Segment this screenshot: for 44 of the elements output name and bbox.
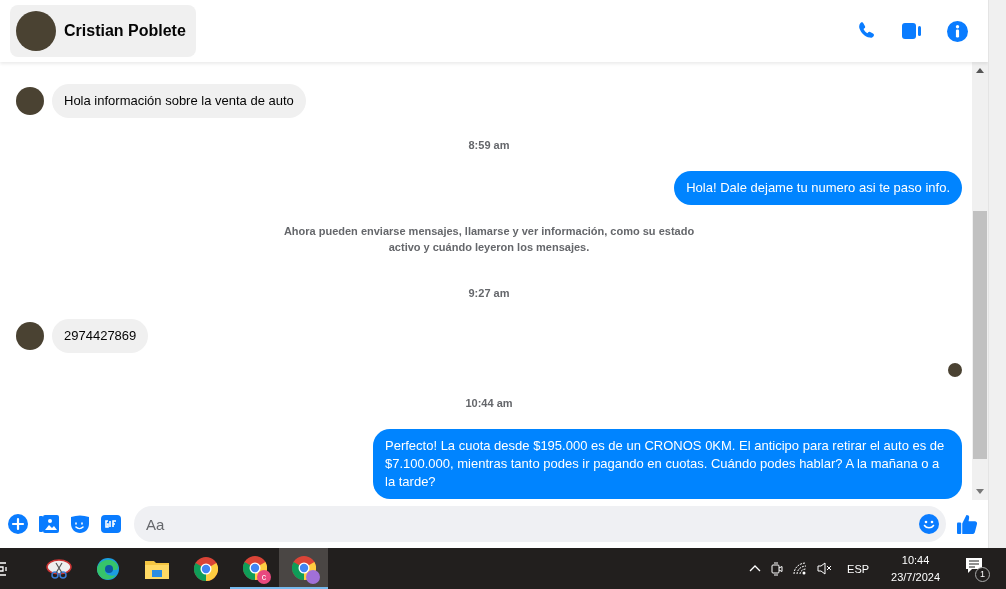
scissors-icon <box>45 557 72 580</box>
info-icon[interactable] <box>947 20 968 42</box>
folder-icon <box>144 558 169 579</box>
contact-name: Cristian Poblete <box>64 22 186 40</box>
chrome-icon <box>193 556 218 581</box>
emoji-icon[interactable] <box>919 514 939 534</box>
thumbs-up-icon[interactable] <box>957 513 978 535</box>
clock[interactable]: 10:44 23/7/2024 <box>885 551 946 586</box>
contact-chip[interactable]: Cristian Poblete <box>10 5 196 57</box>
message-input[interactable]: Aa <box>134 506 946 542</box>
message-bubble: Perfecto! La cuota desde $195.000 es de un CRONOS 0KM. El anticipo para retirar el auto es de $7.100.000, mientras tanto podes ir pagando en cuotas. Cuándo podes hablar? A la mañana o a la tarde? <box>373 429 962 499</box>
language-indicator[interactable]: ESP <box>847 562 870 575</box>
scrollbar[interactable] <box>972 62 988 500</box>
profile-avatar <box>306 570 320 584</box>
timestamp: 9:27 am <box>468 287 510 299</box>
read-receipt-avatar <box>948 363 962 377</box>
system-notice: Ahora pueden enviarse mensajes, llamarse y ver información, como su estado activo y cuándo leyeron los mensajes. <box>282 224 696 255</box>
scrollbar-thumb[interactable] <box>973 211 987 459</box>
message-icon <box>966 557 982 574</box>
clock-date: 23/7/2024 <box>891 569 940 585</box>
avatar <box>16 11 56 51</box>
clock-time: 10:44 <box>901 552 930 568</box>
sticker-icon[interactable] <box>70 514 90 534</box>
scroll-up-icon[interactable] <box>976 68 984 73</box>
camera-icon[interactable] <box>771 560 784 577</box>
muted-speaker-icon[interactable] <box>817 562 834 575</box>
chevron-up-icon[interactable] <box>749 565 762 572</box>
phone-icon[interactable] <box>857 21 877 41</box>
plus-icon[interactable] <box>8 514 28 534</box>
image-icon[interactable] <box>39 514 59 534</box>
scroll-down-icon[interactable] <box>976 489 984 494</box>
gif-icon[interactable] <box>101 514 121 534</box>
notifications-button[interactable]: 1 <box>966 557 988 580</box>
timestamp: 10:44 am <box>465 397 513 409</box>
video-camera-icon[interactable] <box>902 22 922 40</box>
task-view-icon[interactable] <box>0 561 8 576</box>
timestamp: 8:59 am <box>468 139 510 151</box>
message-bubble: Hola información sobre la venta de auto <box>52 84 306 118</box>
taskbar-app[interactable] <box>279 548 328 589</box>
browser-icon <box>95 556 120 581</box>
message-bubble: 2974427869 <box>52 319 149 353</box>
profile-badge: c <box>257 570 271 584</box>
message-bubble: Hola! Dale dejame tu numero asi te paso info. <box>674 171 962 205</box>
wifi-icon[interactable] <box>793 562 808 575</box>
